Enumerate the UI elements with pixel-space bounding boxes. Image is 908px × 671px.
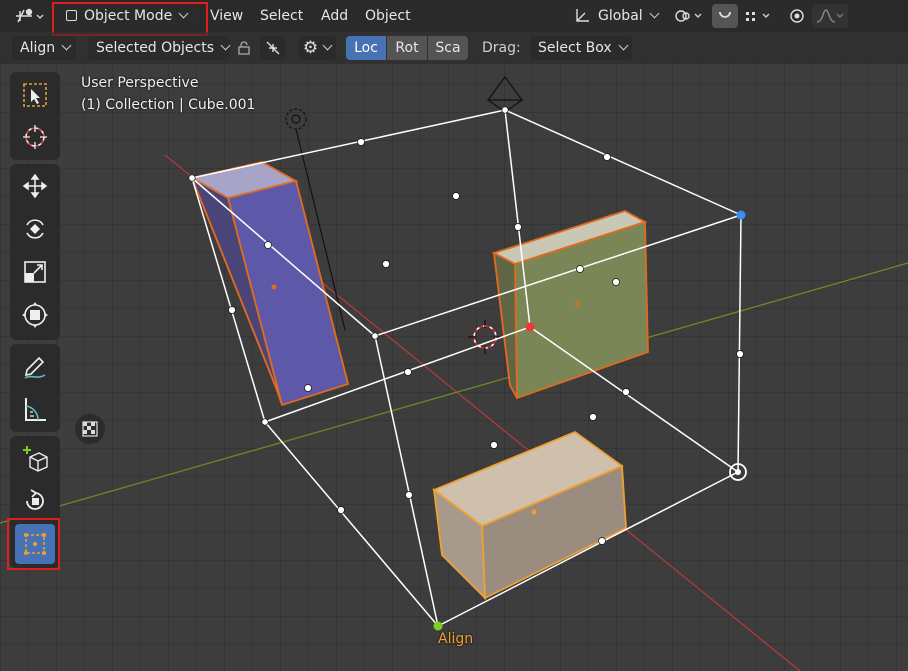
menu-select[interactable]: Select (254, 4, 309, 28)
cursor-icon (23, 125, 47, 149)
align-tool-icon (24, 533, 46, 555)
toolbar-group-transform (10, 164, 60, 340)
tool-move[interactable] (15, 166, 55, 206)
corner-handle-blue[interactable] (736, 210, 746, 220)
tool-cursor[interactable] (15, 117, 55, 157)
relative-to-label: Selected Objects (96, 40, 215, 56)
lock-toggle[interactable] (232, 36, 256, 60)
tool-scale[interactable] (15, 252, 55, 292)
tab-rot[interactable]: Rot (387, 36, 427, 60)
toolbar-group-select (10, 72, 60, 160)
chevron-down-icon (618, 40, 629, 51)
rotate-icon (26, 219, 44, 239)
3d-cursor[interactable] (468, 320, 502, 354)
tool-measure[interactable] (15, 389, 55, 429)
menu-add[interactable]: Add (315, 4, 354, 28)
orientation-dropdown[interactable]: Global (566, 4, 660, 28)
lock-icon (238, 41, 250, 55)
scale-icon (24, 261, 46, 283)
spin-icon (26, 489, 44, 510)
tool-select-box[interactable] (15, 75, 55, 115)
select-box-icon (23, 83, 47, 107)
align-label: Align (20, 40, 56, 56)
orientation-icon (576, 9, 589, 22)
tool-add-cube[interactable] (15, 438, 55, 478)
green-slab-object[interactable] (491, 210, 649, 400)
drag-value: Select Box (538, 40, 612, 56)
transform-icon (22, 302, 48, 328)
header-bar: Object Mode View Select Add Object Globa… (0, 0, 908, 32)
drag-dropdown[interactable]: Select Box (530, 36, 632, 60)
camera-view-icon[interactable] (75, 414, 105, 444)
editor-type-icon[interactable] (12, 4, 48, 28)
toolbar-group-add (10, 436, 60, 568)
chevron-down-icon (220, 40, 231, 51)
tool-rotate[interactable] (15, 209, 55, 249)
tool-annotate[interactable] (15, 346, 55, 386)
align-arrows-icon (266, 41, 280, 55)
drag-label: Drag: (482, 40, 521, 56)
menu-object[interactable]: Object (359, 4, 417, 28)
beige-box-object[interactable] (432, 430, 627, 601)
tool-settings-bar: Align Selected Objects ⚙ Loc Rot Sca Dra… (0, 32, 908, 64)
settings-dropdown[interactable]: ⚙ (298, 36, 336, 60)
align-arrows-button[interactable] (260, 36, 286, 60)
align-gizmo-label: Align (438, 631, 474, 647)
tool-spin[interactable] (15, 481, 55, 521)
chevron-down-icon (649, 8, 660, 19)
annotate-icon (24, 356, 46, 379)
corner-handle-red[interactable] (525, 322, 535, 332)
proportional-edit-toggle[interactable] (784, 4, 810, 28)
gear-icon: ⚙ (302, 38, 319, 58)
tool-transform[interactable] (15, 295, 55, 335)
object-mode-icon (66, 10, 77, 21)
perspective-label: User Perspective (81, 75, 199, 91)
chevron-down-icon (322, 40, 333, 50)
collection-label: (1) Collection | Cube.001 (81, 97, 256, 113)
tab-loc[interactable]: Loc (346, 36, 386, 60)
chevron-down-icon (61, 40, 72, 51)
toolbar-group-annotate (10, 344, 60, 432)
mode-dropdown[interactable]: Object Mode (58, 4, 200, 28)
falloff-dropdown[interactable] (812, 4, 848, 28)
snap-target-dropdown[interactable] (740, 4, 776, 28)
align-dropdown[interactable]: Align (12, 36, 76, 60)
corner-handle-green[interactable] (433, 621, 443, 631)
snap-toggle[interactable] (712, 4, 738, 28)
menu-view[interactable]: View (204, 4, 249, 28)
orientation-label: Global (598, 8, 643, 24)
measure-icon (25, 398, 46, 421)
move-icon (22, 173, 48, 199)
tool-align[interactable] (15, 524, 55, 564)
mode-label: Object Mode (84, 8, 173, 24)
tab-sca[interactable]: Sca (428, 36, 468, 60)
relative-to-dropdown[interactable]: Selected Objects (88, 36, 231, 60)
chevron-down-icon (178, 8, 189, 19)
add-cube-icon (23, 446, 48, 472)
pivot-point-dropdown[interactable] (670, 4, 706, 28)
